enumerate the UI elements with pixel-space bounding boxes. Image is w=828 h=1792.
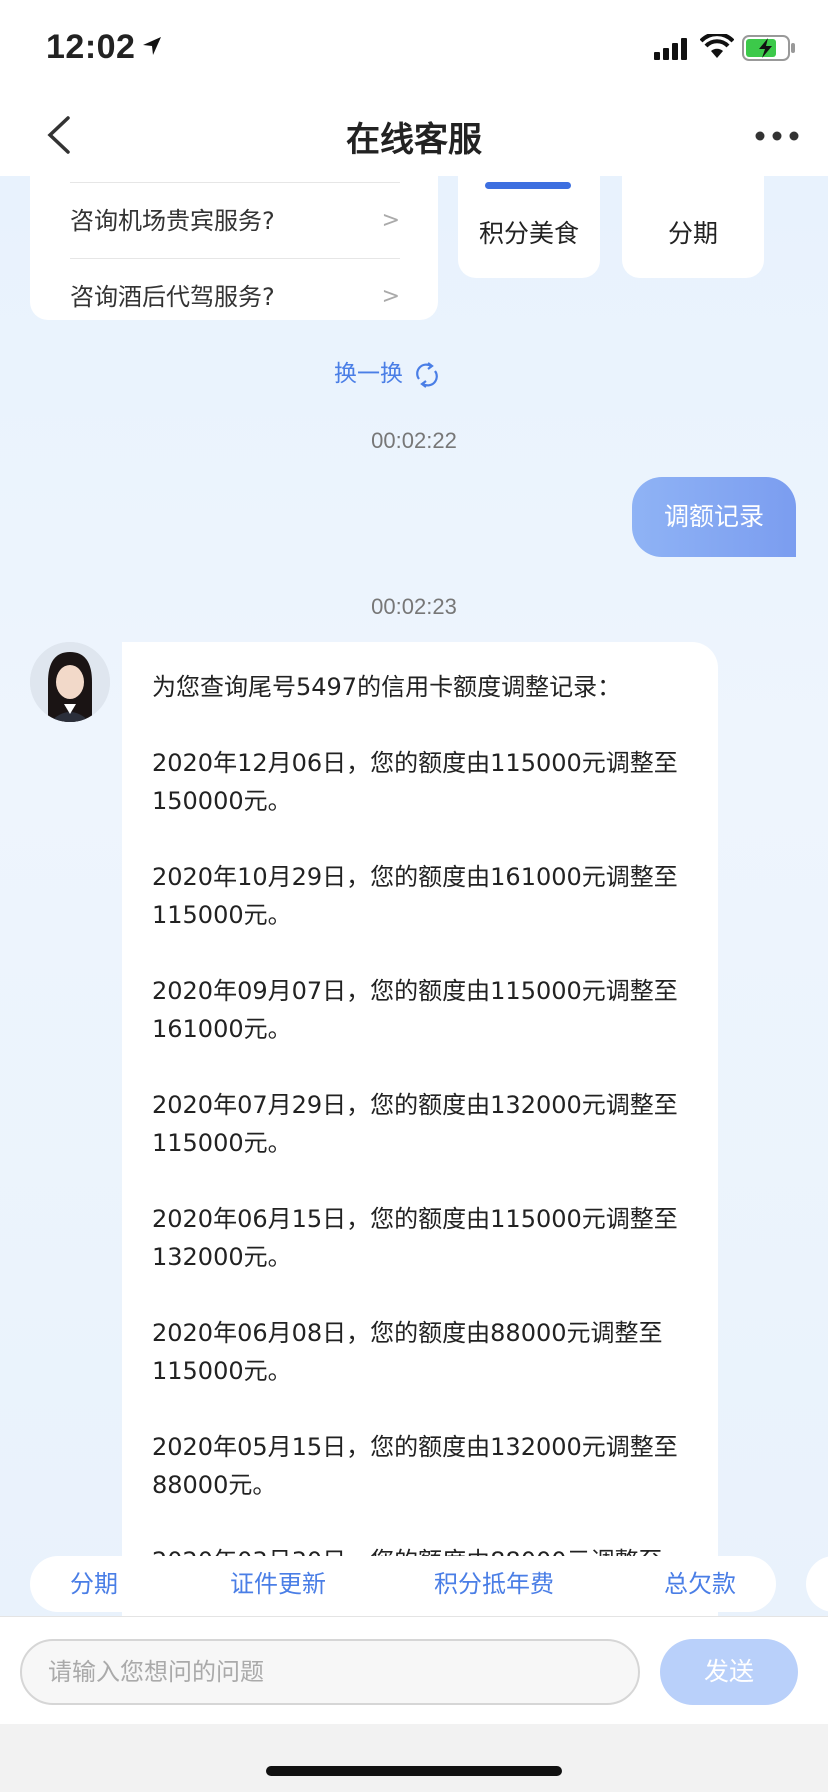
battery-charging-icon [742, 35, 795, 61]
chevron-right-icon: > [381, 284, 400, 309]
message-timestamp: 00:02:23 [371, 594, 457, 619]
refresh-button[interactable]: 换一换 [334, 354, 440, 388]
message-timestamp: 00:02:22 [371, 428, 457, 453]
user-message-bubble: 调额记录 [632, 477, 796, 557]
points-dining-icon [485, 182, 571, 189]
limit-adjustment-record: 2020年06月08日，您的额度由88000元调整至115000元。 [152, 1319, 663, 1385]
page-title: 在线客服 [346, 120, 482, 160]
limit-adjustment-record: 2020年06月15日，您的额度由115000元调整至132000元。 [152, 1205, 678, 1271]
faq-item-airport-vip[interactable]: 咨询机场贵宾服务? > [70, 182, 400, 258]
chevron-right-icon: > [381, 208, 400, 233]
limit-adjustment-record: 2020年05月15日，您的额度由132000元调整至88000元。 [152, 1433, 678, 1499]
faq-card: 咨询机场贵宾服务? > 咨询酒后代驾服务? > [30, 176, 438, 320]
installment-icon [652, 176, 734, 178]
tile-installment[interactable]: 分期 [622, 176, 764, 278]
faq-item-label: 咨询机场贵宾服务? [70, 207, 275, 235]
cellular-signal-icon [654, 38, 687, 60]
message-input[interactable]: 请输入您想问的问题 [20, 1639, 640, 1705]
bot-message-bubble: 为您查询尾号5497的信用卡额度调整记录： 2020年12月06日，您的额度由1… [122, 642, 718, 1616]
limit-adjustment-record: 2020年12月06日，您的额度由115000元调整至150000元。 [152, 749, 678, 815]
send-button[interactable]: 发送 [660, 1639, 798, 1705]
refresh-icon [416, 361, 439, 388]
status-bar: 12:02 [0, 0, 828, 100]
more-options-icon[interactable] [752, 126, 802, 146]
tile-points-dining[interactable]: 积分美食 [458, 176, 600, 278]
quick-reply-total-balance[interactable]: 总欠款 [664, 1556, 736, 1612]
limit-adjustment-record: 2020年07月29日，您的额度由132000元调整至115000元。 [152, 1091, 678, 1157]
quick-reply-bar: 分期 证件更新 积分抵年费 总欠款 [30, 1556, 776, 1612]
agent-avatar [30, 642, 110, 722]
location-arrow-icon [143, 37, 161, 55]
faq-item-designated-driver[interactable]: 咨询酒后代驾服务? > [70, 258, 400, 334]
home-indicator[interactable] [266, 1766, 562, 1776]
quick-reply-installment[interactable]: 分期 [70, 1556, 118, 1612]
wifi-icon [700, 34, 734, 58]
tile-label: 积分美食 [478, 219, 579, 248]
status-time: 12:02 [46, 28, 136, 66]
refresh-label: 换一换 [334, 361, 403, 387]
quick-reply-points-annual-fee[interactable]: 积分抵年费 [434, 1556, 554, 1612]
limit-adjustment-record: 2020年10月29日，您的额度由161000元调整至115000元。 [152, 863, 678, 929]
bot-message-intro: 为您查询尾号5497的信用卡额度调整记录： [152, 673, 622, 701]
navigation-bar: 在线客服 [0, 100, 828, 176]
faq-item-label: 咨询酒后代驾服务? [70, 283, 275, 311]
input-bar: 请输入您想问的问题 发送 [0, 1616, 828, 1724]
limit-adjustment-record: 2020年09月07日，您的额度由115000元调整至161000元。 [152, 977, 678, 1043]
chat-area[interactable]: 咨询机场贵宾服务? > 咨询酒后代驾服务? > 积分美食 分期 换一换 00:0… [0, 176, 828, 1616]
quick-reply-id-update[interactable]: 证件更新 [230, 1556, 326, 1612]
tile-label: 分期 [667, 219, 718, 248]
home-indicator-area [0, 1724, 828, 1792]
